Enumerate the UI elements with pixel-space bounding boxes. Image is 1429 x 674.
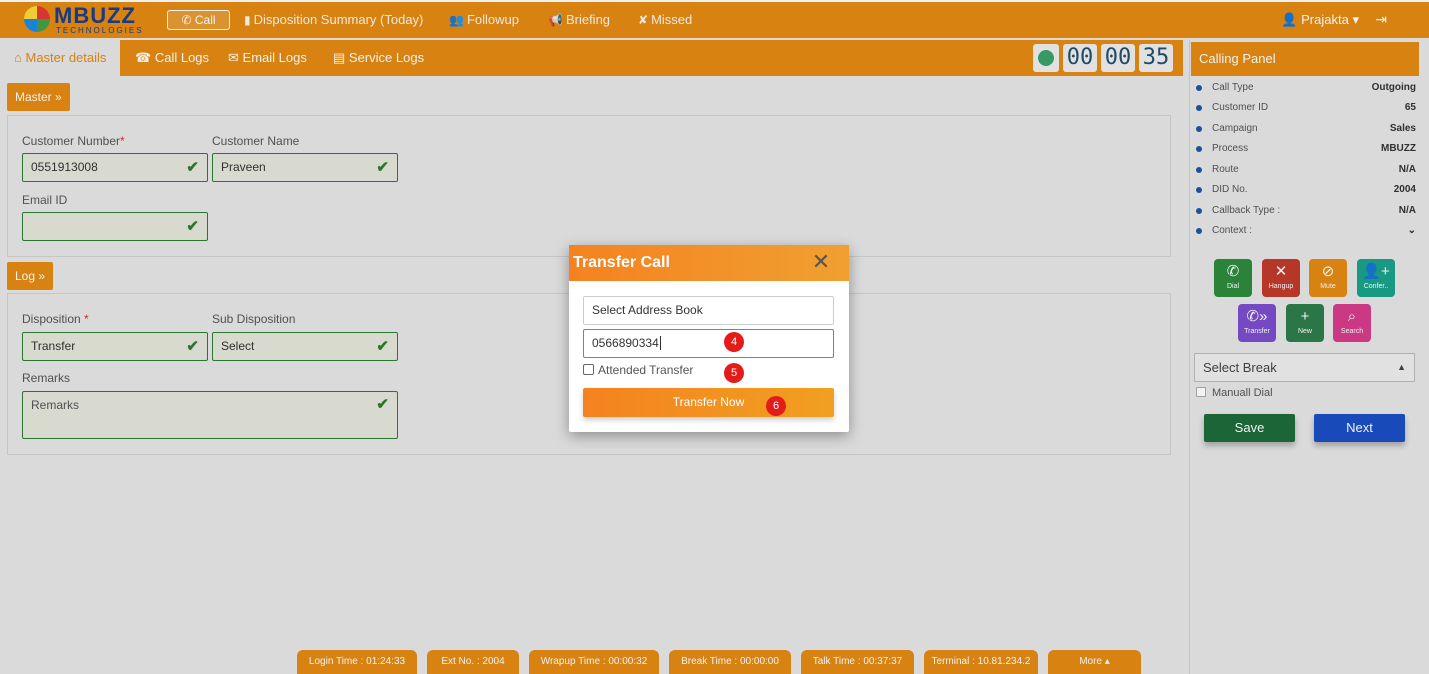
checkbox-box[interactable] — [583, 364, 594, 375]
step-badge-4: 4 — [724, 332, 744, 352]
transfer-call-modal: Transfer Call ✕ Select Address Book 0566… — [569, 245, 849, 432]
address-book-select[interactable]: Select Address Book — [583, 296, 834, 325]
close-icon[interactable]: ✕ — [811, 251, 831, 273]
transfer-number-input[interactable]: 0566890334 — [583, 329, 834, 358]
step-badge-5: 5 — [724, 363, 744, 383]
attended-transfer-checkbox[interactable]: Attended Transfer — [583, 363, 693, 377]
transfer-now-button[interactable]: Transfer Now — [583, 388, 834, 417]
modal-title: Transfer Call — [569, 245, 849, 281]
step-badge-6: 6 — [766, 396, 786, 416]
